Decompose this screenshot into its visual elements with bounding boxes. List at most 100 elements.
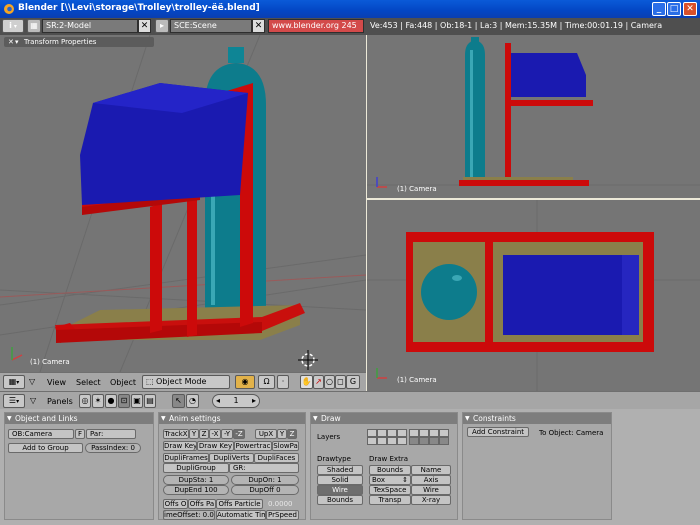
blender-url-link[interactable]: www.blender.org 245 (268, 19, 364, 33)
offset-parent-button[interactable]: Offs Pa (188, 499, 216, 509)
pivot-point-button[interactable]: · (277, 375, 289, 389)
drawtype-bounds-button[interactable]: Bounds (317, 495, 363, 505)
layer-button[interactable] (439, 429, 449, 437)
layer-button[interactable] (419, 437, 429, 445)
dupli-group-button[interactable]: DupliGroup (163, 463, 229, 473)
pass-index-field[interactable]: PassIndex: 0 (85, 443, 141, 453)
track-y-button[interactable]: Y (189, 429, 199, 439)
track-neg-z-button[interactable]: -Z (233, 429, 245, 439)
layer-button[interactable] (397, 429, 407, 437)
draw-name-button[interactable]: Name (411, 465, 451, 475)
drawtype-solid-button[interactable]: Solid (317, 475, 363, 485)
panel-title[interactable]: Anim settings (159, 413, 305, 424)
shading-context-button[interactable]: ● (105, 394, 117, 408)
layer-button[interactable] (387, 429, 397, 437)
manipulator-toggle[interactable]: ✋ (300, 375, 313, 389)
script-context-button[interactable]: ✶ (92, 394, 104, 408)
scene-context-button[interactable]: ▤ (144, 394, 156, 408)
up-x-button[interactable]: UpX (255, 429, 277, 439)
dupli-verts-button[interactable]: DupliVerts (209, 453, 254, 463)
draw-texspace-button[interactable]: TexSpace (369, 485, 411, 495)
increment-icon[interactable]: ▸ (252, 395, 256, 407)
draw-axis-button[interactable]: Axis (411, 475, 451, 485)
layer-button[interactable] (409, 437, 419, 445)
draw-transp-button[interactable]: Transp (369, 495, 411, 505)
powertrack-button[interactable]: Powertrac (234, 441, 272, 451)
draw-bounds-button[interactable]: Bounds (369, 465, 411, 475)
layer-button[interactable] (367, 437, 377, 445)
automatic-time-button[interactable]: Automatic Time (216, 510, 266, 520)
editing-context-button[interactable]: ▣ (131, 394, 143, 408)
add-constraint-button[interactable]: Add Constraint (467, 427, 529, 437)
collapse-icon[interactable]: ▾ (15, 37, 19, 47)
group-field[interactable]: GR: (229, 463, 299, 473)
panel-title[interactable]: Draw (311, 413, 457, 424)
object-subcontext-button[interactable]: ↖ (172, 394, 185, 408)
viewport-side[interactable]: (1) Camera (367, 35, 700, 198)
parent-field[interactable]: Par: (86, 429, 136, 439)
up-y-button[interactable]: Y (277, 429, 287, 439)
viewport-top[interactable]: (1) Camera (367, 200, 700, 391)
scale-manipulator[interactable]: ◻ (335, 375, 346, 389)
object-name-field[interactable]: OB:Camera (8, 429, 74, 439)
transform-properties-panel-tab[interactable]: ✕ ▾ Transform Properties (4, 37, 154, 47)
minimize-button[interactable]: _ (652, 2, 666, 16)
layer-button[interactable] (419, 429, 429, 437)
buttons-editor-type-menu[interactable]: ☰▾ (3, 394, 25, 408)
draw-key-sel-button[interactable]: Draw Key (197, 441, 234, 451)
drawtype-shaded-button[interactable]: Shaded (317, 465, 363, 475)
translate-manipulator[interactable]: ↗ (313, 375, 324, 389)
mode-select[interactable]: ⬚ Object Mode (142, 375, 230, 389)
physics-subcontext-button[interactable]: ◔ (186, 394, 199, 408)
dupli-frames-button[interactable]: DupliFrames (163, 453, 209, 463)
track-neg-x-button[interactable]: -X (209, 429, 221, 439)
draw-wire-button[interactable]: Wire (411, 485, 451, 495)
pr-speed-button[interactable]: PrSpeed (266, 510, 299, 520)
draw-key-button[interactable]: Draw Key (163, 441, 197, 451)
draw-type-menu[interactable]: ◉ (235, 375, 255, 389)
layer-button[interactable] (397, 437, 407, 445)
dup-start-field[interactable]: DupSta: 1 (163, 475, 229, 485)
screen-delete-button[interactable]: ✕ (138, 19, 151, 33)
layer-button[interactable] (387, 437, 397, 445)
window-title-bar[interactable]: Blender [\\Levi\storage\Trolley\trolley-… (0, 0, 700, 18)
collapse-menus-icon[interactable]: ▽ (29, 377, 35, 386)
layer-button[interactable] (439, 437, 449, 445)
draw-xray-button[interactable]: X-ray (411, 495, 451, 505)
pivot-menu[interactable]: Ω (258, 375, 275, 389)
layer-button[interactable] (409, 429, 419, 437)
bounds-type-select[interactable]: Box ⇕ (369, 475, 411, 485)
editor-type-menu[interactable]: ▦▾ (3, 375, 25, 389)
layer-button[interactable] (429, 429, 439, 437)
layer-button[interactable] (429, 437, 439, 445)
scene-browse-button[interactable]: ▸ (155, 19, 169, 33)
rotate-manipulator[interactable]: ○ (324, 375, 335, 389)
layer-button[interactable] (377, 429, 387, 437)
scene-name-field[interactable]: SCE:Scene (170, 19, 252, 33)
screen-browse-button[interactable]: ▦ (27, 19, 41, 33)
panel-title[interactable]: Constraints (463, 413, 611, 424)
manipulator-space-menu[interactable]: G (346, 375, 360, 389)
track-x-button[interactable]: TrackX (163, 429, 189, 439)
scene-delete-button[interactable]: ✕ (252, 19, 265, 33)
info-editor-menu[interactable]: i ▾ (2, 19, 24, 33)
dup-on-field[interactable]: DupOn: 1 (231, 475, 299, 485)
dupli-faces-button[interactable]: DupliFaces (254, 453, 299, 463)
up-z-button[interactable]: Z (287, 429, 297, 439)
dup-end-field[interactable]: DupEnd 100 (163, 485, 229, 495)
frame-number-field[interactable]: ◂ 1 ▸ (212, 394, 260, 408)
maximize-button[interactable]: □ (667, 2, 681, 16)
track-neg-y-button[interactable]: -Y (221, 429, 233, 439)
object-menu[interactable]: Object (110, 378, 136, 387)
viewport-perspective[interactable]: (1) Camera ✕ ▾ Transform Properties (0, 35, 366, 372)
dup-off-field[interactable]: DupOff 0 (231, 485, 299, 495)
add-to-group-button[interactable]: Add to Group (8, 443, 83, 453)
drawtype-wire-button[interactable]: Wire (317, 485, 363, 495)
view-menu[interactable]: View (47, 378, 66, 387)
time-offset-field[interactable]: imeOffset: 0.00 (163, 510, 215, 520)
select-menu[interactable]: Select (76, 378, 101, 387)
offset-ob-button[interactable]: Offs O (163, 499, 188, 509)
layer-button[interactable] (367, 429, 377, 437)
panels-menu[interactable]: Panels (47, 397, 73, 406)
object-context-button[interactable]: ⊡ (118, 394, 130, 408)
